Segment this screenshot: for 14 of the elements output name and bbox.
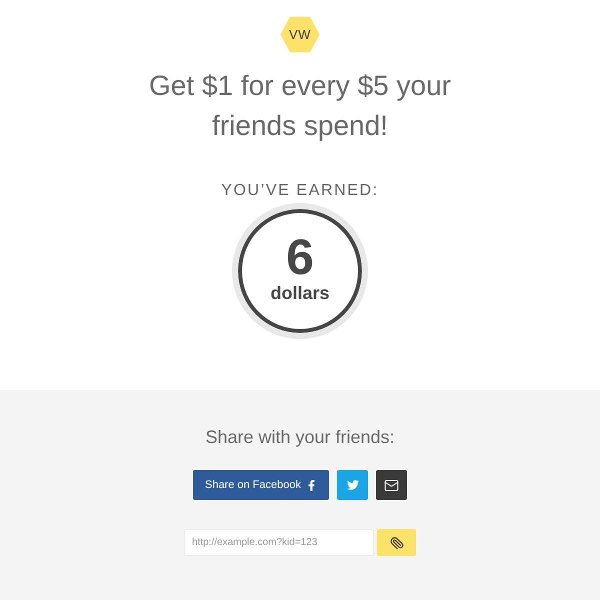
earned-label: YOU’VE EARNED: [221,181,379,201]
logo: VW [280,16,320,53]
share-email-button[interactable] [376,470,407,500]
earned-amount: 6 [286,232,314,282]
share-twitter-button[interactable] [337,470,368,500]
share-facebook-button[interactable]: Share on Facebook [192,470,329,500]
facebook-icon [306,480,317,490]
earned-unit: dollars [270,282,330,304]
paperclip-icon [390,536,404,550]
twitter-bird-icon [346,479,358,491]
copy-link-button[interactable] [377,529,416,556]
envelope-icon [384,478,399,492]
headline: Get $1 for every $5 your friends spend! [148,69,452,143]
share-title: Share with your friends: [205,426,395,449]
